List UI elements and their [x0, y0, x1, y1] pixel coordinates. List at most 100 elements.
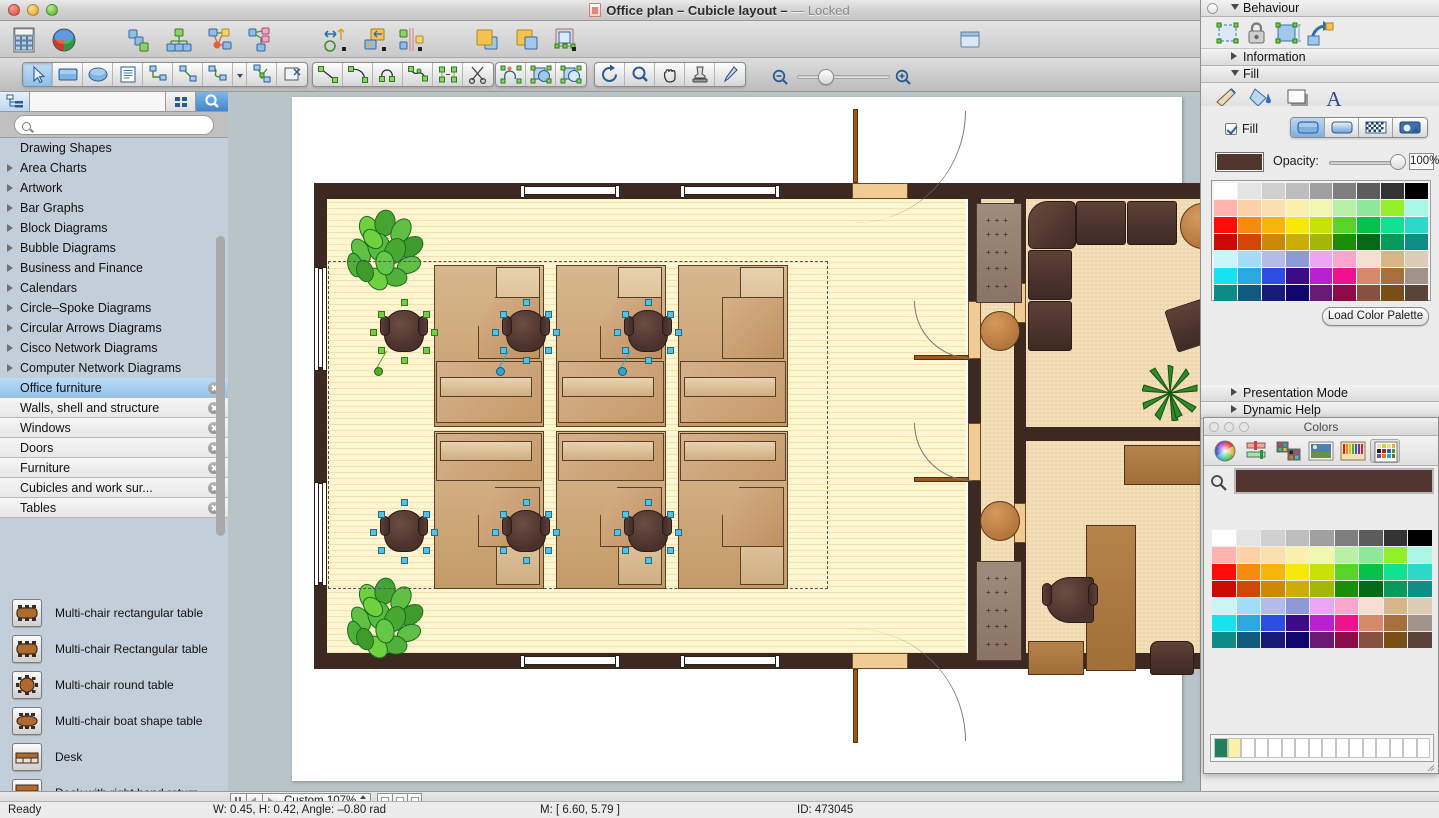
color-swatch[interactable]	[1214, 285, 1237, 301]
favorite-color-cell[interactable]	[1254, 738, 1268, 758]
select-tool[interactable]	[23, 63, 53, 86]
chair-selected[interactable]	[492, 299, 560, 376]
category-block-diagrams[interactable]: Block Diagrams	[0, 218, 228, 238]
show-grid-button[interactable]	[9, 25, 39, 55]
opacity-slider-knob[interactable]	[1390, 154, 1406, 170]
color-swatch[interactable]	[1214, 234, 1237, 250]
favorite-color-cell[interactable]	[1335, 738, 1349, 758]
zoom-slider-track[interactable]	[797, 75, 890, 79]
color-wheel-button[interactable]	[49, 25, 79, 55]
flip-button[interactable]	[320, 25, 350, 55]
lounge-armchair[interactable]	[1164, 297, 1200, 353]
pattern-fill-mode[interactable]	[1359, 118, 1393, 137]
color-swatch[interactable]	[1285, 285, 1309, 301]
section-fill[interactable]: Fill	[1201, 66, 1439, 83]
scissors-tool[interactable]	[463, 63, 493, 86]
arc-tool[interactable]	[343, 63, 373, 86]
corridor-round-table-bottom[interactable]	[980, 501, 1020, 541]
colors-search-icon[interactable]	[1210, 474, 1228, 492]
wall-cabinet[interactable]	[1124, 445, 1200, 485]
elbow-connector-tool[interactable]	[143, 63, 173, 86]
color-swatch[interactable]	[1383, 530, 1408, 546]
color-swatch[interactable]	[1359, 547, 1383, 563]
section-behaviour[interactable]: Behaviour	[1201, 0, 1439, 17]
color-swatch[interactable]	[1381, 285, 1405, 301]
colors-palette-grid[interactable]	[1212, 530, 1432, 648]
solid-fill-mode[interactable]	[1291, 118, 1325, 137]
color-swatch[interactable]	[1333, 285, 1357, 301]
color-swatch[interactable]	[1236, 598, 1261, 614]
color-swatch[interactable]	[1237, 251, 1261, 267]
color-swatch[interactable]	[1261, 268, 1285, 284]
dashed-selection-icon[interactable]	[1214, 20, 1241, 46]
color-grid-icon[interactable]	[1370, 439, 1400, 463]
ellipse-tool[interactable]	[83, 63, 113, 86]
color-swatch[interactable]	[1333, 251, 1357, 267]
library-windows[interactable]: Windows	[0, 418, 228, 438]
send-backward-button[interactable]	[512, 25, 542, 55]
curve-tool[interactable]	[373, 63, 403, 86]
favorite-color-cell[interactable]	[1389, 738, 1403, 758]
curved-arrow-icon[interactable]	[1305, 20, 1335, 46]
color-swatch[interactable]	[1212, 598, 1236, 614]
color-swatch[interactable]	[1381, 234, 1405, 250]
color-swatch[interactable]	[1408, 632, 1432, 648]
connect-shapes-button[interactable]	[124, 25, 154, 55]
color-wheel-icon[interactable]	[1210, 439, 1240, 463]
color-swatch[interactable]	[1310, 547, 1334, 563]
connector-options-menu[interactable]	[233, 63, 247, 86]
cubicle-r2c3[interactable]	[678, 431, 788, 589]
color-swatch[interactable]	[1381, 200, 1405, 216]
shape-item[interactable]: Desk with right hand return	[0, 775, 228, 791]
zoom-out-icon[interactable]	[772, 69, 789, 86]
favorite-color-cell[interactable]	[1308, 738, 1322, 758]
group-button[interactable]	[550, 25, 580, 55]
color-swatch[interactable]	[1236, 581, 1261, 597]
sofa-segment[interactable]	[1028, 250, 1072, 300]
favorite-color-cell[interactable]	[1227, 738, 1241, 758]
detach-tool[interactable]	[277, 63, 307, 86]
color-swatch[interactable]	[1309, 251, 1333, 267]
color-swatch[interactable]	[1383, 598, 1408, 614]
padlock-icon[interactable]	[1243, 20, 1270, 46]
color-swatch[interactable]	[1359, 564, 1383, 580]
chair-selected[interactable]	[370, 499, 438, 564]
color-swatch[interactable]	[1357, 234, 1381, 250]
color-swatch[interactable]	[1383, 547, 1408, 563]
category-business-finance[interactable]: Business and Finance	[0, 258, 228, 278]
color-palettes-icon[interactable]	[1274, 439, 1304, 463]
color-swatch[interactable]	[1408, 598, 1432, 614]
color-swatch[interactable]	[1214, 268, 1237, 284]
color-swatch[interactable]	[1261, 183, 1285, 199]
color-swatch[interactable]	[1405, 251, 1428, 267]
text-tool[interactable]	[113, 63, 143, 86]
distribute-button[interactable]	[396, 25, 426, 55]
color-swatch[interactable]	[1408, 547, 1432, 563]
color-swatch[interactable]	[1359, 598, 1383, 614]
auto-layout-button[interactable]	[244, 25, 274, 55]
color-swatch[interactable]	[1381, 217, 1405, 233]
color-swatch[interactable]	[1334, 632, 1359, 648]
search-icon[interactable]	[196, 92, 228, 111]
color-swatch[interactable]	[1405, 217, 1428, 233]
color-swatch[interactable]	[1285, 547, 1310, 563]
sidebar-scrollbar[interactable]	[216, 140, 225, 818]
color-swatch[interactable]	[1310, 598, 1334, 614]
color-swatch[interactable]	[1261, 200, 1285, 216]
zoom-in-icon[interactable]	[895, 69, 912, 86]
rotate-tool[interactable]	[595, 63, 625, 86]
color-swatch[interactable]	[1212, 581, 1236, 597]
library-tables[interactable]: Tables	[0, 498, 228, 518]
color-swatch[interactable]	[1236, 547, 1261, 563]
color-swatch[interactable]	[1236, 530, 1261, 546]
color-swatch[interactable]	[1309, 285, 1333, 301]
color-swatch[interactable]	[1381, 183, 1405, 199]
tree-layout-button[interactable]	[164, 25, 194, 55]
color-swatch[interactable]	[1408, 530, 1432, 546]
category-circle-spoke[interactable]: Circle–Spoke Diagrams	[0, 298, 228, 318]
color-swatch[interactable]	[1214, 251, 1237, 267]
color-swatch[interactable]	[1261, 547, 1285, 563]
colors-minimize-button[interactable]	[1224, 422, 1234, 432]
color-swatch[interactable]	[1359, 615, 1383, 631]
color-swatch[interactable]	[1261, 632, 1285, 648]
